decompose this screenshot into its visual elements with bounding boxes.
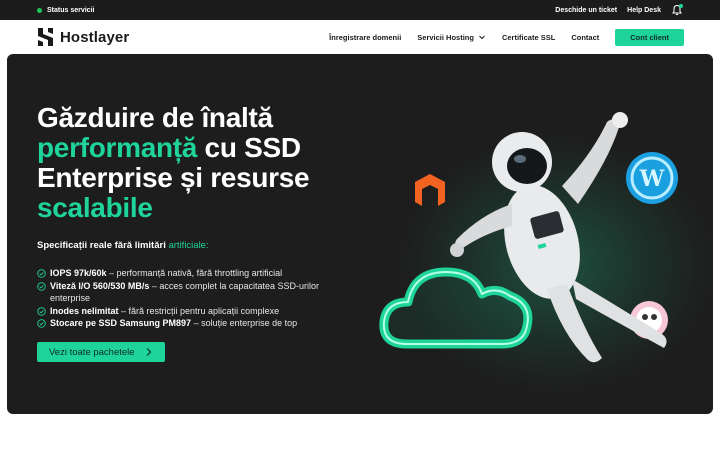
headline-line-1: Găzduire de înaltă (37, 102, 273, 133)
ticket-link[interactable]: Deschide un ticket (555, 7, 617, 14)
notification-dot (679, 4, 683, 8)
feature-bold: Viteză I/O 560/530 MB/s (50, 280, 150, 291)
feature-text: Viteză I/O 560/530 MB/s – acces complet … (50, 280, 337, 305)
feature-bold: IOPS 97k/60k (50, 268, 107, 278)
svg-text:W: W (639, 166, 665, 192)
feature-text: IOPS 97k/60k – performanță nativă, fără … (50, 267, 282, 280)
headline-accent-2: scalabile (37, 192, 153, 223)
feature-bold: Inodes nelimitat (50, 305, 119, 316)
chevron-down-icon (479, 35, 485, 40)
feature-accent: PM897 (162, 318, 192, 328)
feature-rest: – performanță nativă, fără throttling ar… (106, 268, 283, 278)
check-circle-icon (37, 269, 46, 278)
bell-icon[interactable] (671, 4, 683, 16)
topbar: Status servicii Deschide un ticket Help … (7, 0, 713, 20)
nav-item-hosting-label: Servicii Hosting (417, 32, 474, 42)
status-link[interactable]: Status servicii (37, 7, 94, 14)
status-label: Status servicii (47, 6, 95, 14)
page: Status servicii Deschide un ticket Help … (0, 0, 720, 450)
hero-headline: Găzduire de înaltă performanță cu SSD En… (37, 103, 347, 223)
headline-accent-1: performanță (37, 132, 198, 163)
brand-logo[interactable]: Hostlayer (37, 27, 129, 47)
headline-line-3: Enterprise și resurse (37, 162, 310, 193)
topbar-links: Deschide un ticket Help Desk (555, 4, 683, 16)
specs-title-text: Specificații reale fără limitări (37, 240, 166, 251)
view-packages-label: Vezi toate pachetele (49, 346, 135, 358)
feature-list: IOPS 97k/60k – performanță nativă, fără … (37, 267, 337, 330)
helpdesk-link[interactable]: Help Desk (627, 7, 661, 14)
hero-section: Găzduire de înaltă performanță cu SSD En… (7, 54, 713, 414)
feature-rest: – fără restricții pentru aplicații compl… (118, 305, 280, 316)
check-circle-icon (37, 281, 46, 291)
logo-icon (38, 28, 53, 46)
nav-menu: Înregistrare domenii Servicii Hosting Ce… (329, 28, 684, 46)
astronaut-illustration: W (379, 112, 678, 363)
check-circle-icon (37, 319, 46, 328)
feature-item: Viteză I/O 560/530 MB/s – acces complet … (37, 280, 337, 305)
nav-item-domains[interactable]: Înregistrare domenii (329, 33, 401, 42)
feature-item: Inodes nelimitat – fără restricții pentr… (37, 305, 337, 318)
nav-item-ssl[interactable]: Certificate SSL (502, 33, 555, 42)
specs-title: Specificații reale fără limitări artific… (37, 240, 209, 251)
feature-item: Stocare pe SSD Samsung PM897 – soluție e… (37, 317, 337, 330)
client-account-button[interactable]: Cont client (615, 28, 684, 46)
view-packages-button[interactable]: Vezi toate pachetele (37, 342, 165, 362)
feature-item: IOPS 97k/60k – performanță nativă, fără … (37, 267, 337, 280)
headline-line-2: cu SSD (197, 132, 302, 163)
nav-item-contact[interactable]: Contact (571, 33, 599, 42)
status-dot-icon (37, 7, 42, 13)
feature-bold: Stocare pe SSD Samsung (50, 318, 163, 328)
wordpress-badge-icon: W (626, 152, 678, 204)
check-circle-icon (37, 306, 46, 316)
specs-title-accent: artificiale: (168, 240, 209, 251)
main-nav: Hostlayer Înregistrare domenii Servicii … (7, 20, 713, 54)
feature-rest: – soluție enterprise de top (191, 318, 298, 328)
cloud-icon (379, 267, 533, 349)
feature-text: Stocare pe SSD Samsung PM897 – soluție e… (50, 317, 297, 330)
chevron-right-icon (146, 348, 151, 356)
feature-text: Inodes nelimitat – fără restricții pentr… (50, 305, 279, 318)
brand-name: Hostlayer (60, 28, 130, 46)
nav-item-hosting[interactable]: Servicii Hosting (417, 33, 486, 42)
magento-badge-icon (415, 174, 445, 206)
